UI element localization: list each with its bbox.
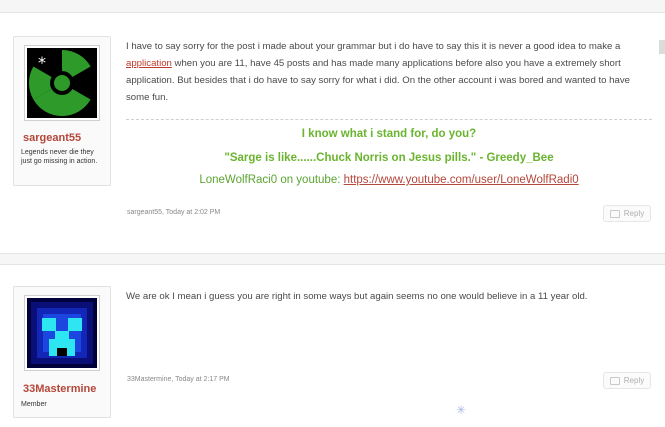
- creeper-face-icon: [27, 298, 97, 368]
- post-message: I have to say sorry for the post i made …: [126, 38, 646, 106]
- avatar[interactable]: *: [24, 45, 100, 121]
- scrollbar-edge[interactable]: [659, 40, 665, 54]
- youtube-link[interactable]: https://www.youtube.com/user/LoneWolfRad…: [344, 174, 579, 186]
- reply-label: Reply: [623, 376, 645, 385]
- avatar[interactable]: [24, 295, 100, 371]
- signature-line-3: LoneWolfRaci0 on youtube: https://www.yo…: [126, 174, 652, 186]
- signature-line-2: "Sarge is like......Chuck Norris on Jesu…: [224, 152, 554, 164]
- message-text: I have to say sorry for the post i made …: [126, 41, 621, 52]
- svg-text:*: *: [38, 53, 46, 72]
- post-meta[interactable]: 33Mastermine, Today at 2:17 PM: [127, 376, 230, 383]
- sparkle-icon: ✳: [456, 403, 467, 417]
- post-meta[interactable]: sargeant55, Today at 2:02 PM: [127, 209, 220, 216]
- post-message: We are ok I mean i guess you are right i…: [126, 291, 588, 302]
- signature-youtube-label: LoneWolfRaci0 on youtube:: [199, 174, 341, 186]
- post-top-bar: [0, 0, 665, 13]
- user-title: Legends never die they just go missing i…: [21, 149, 98, 165]
- username[interactable]: sargeant55: [23, 132, 81, 144]
- reply-label: Reply: [623, 209, 645, 218]
- reply-icon: [609, 376, 620, 385]
- username[interactable]: 33Mastermine: [23, 383, 96, 395]
- application-link[interactable]: application: [126, 58, 172, 69]
- user-block-33mastermine: 33Mastermine Member: [13, 286, 111, 418]
- post-separator: [0, 253, 665, 265]
- message-text-continued: when you are 11, have 45 posts and has m…: [126, 58, 630, 103]
- reply-button[interactable]: Reply: [603, 205, 651, 222]
- user-title: Member: [21, 401, 47, 408]
- radiation-icon: *: [27, 48, 97, 118]
- reply-button[interactable]: Reply: [603, 372, 651, 389]
- user-block-sargeant55: * sargeant55 Legends never die they just…: [13, 36, 111, 186]
- signature-divider: [126, 119, 652, 120]
- reply-icon: [609, 209, 620, 218]
- signature-line-1: I know what i stand for, do you?: [301, 128, 477, 140]
